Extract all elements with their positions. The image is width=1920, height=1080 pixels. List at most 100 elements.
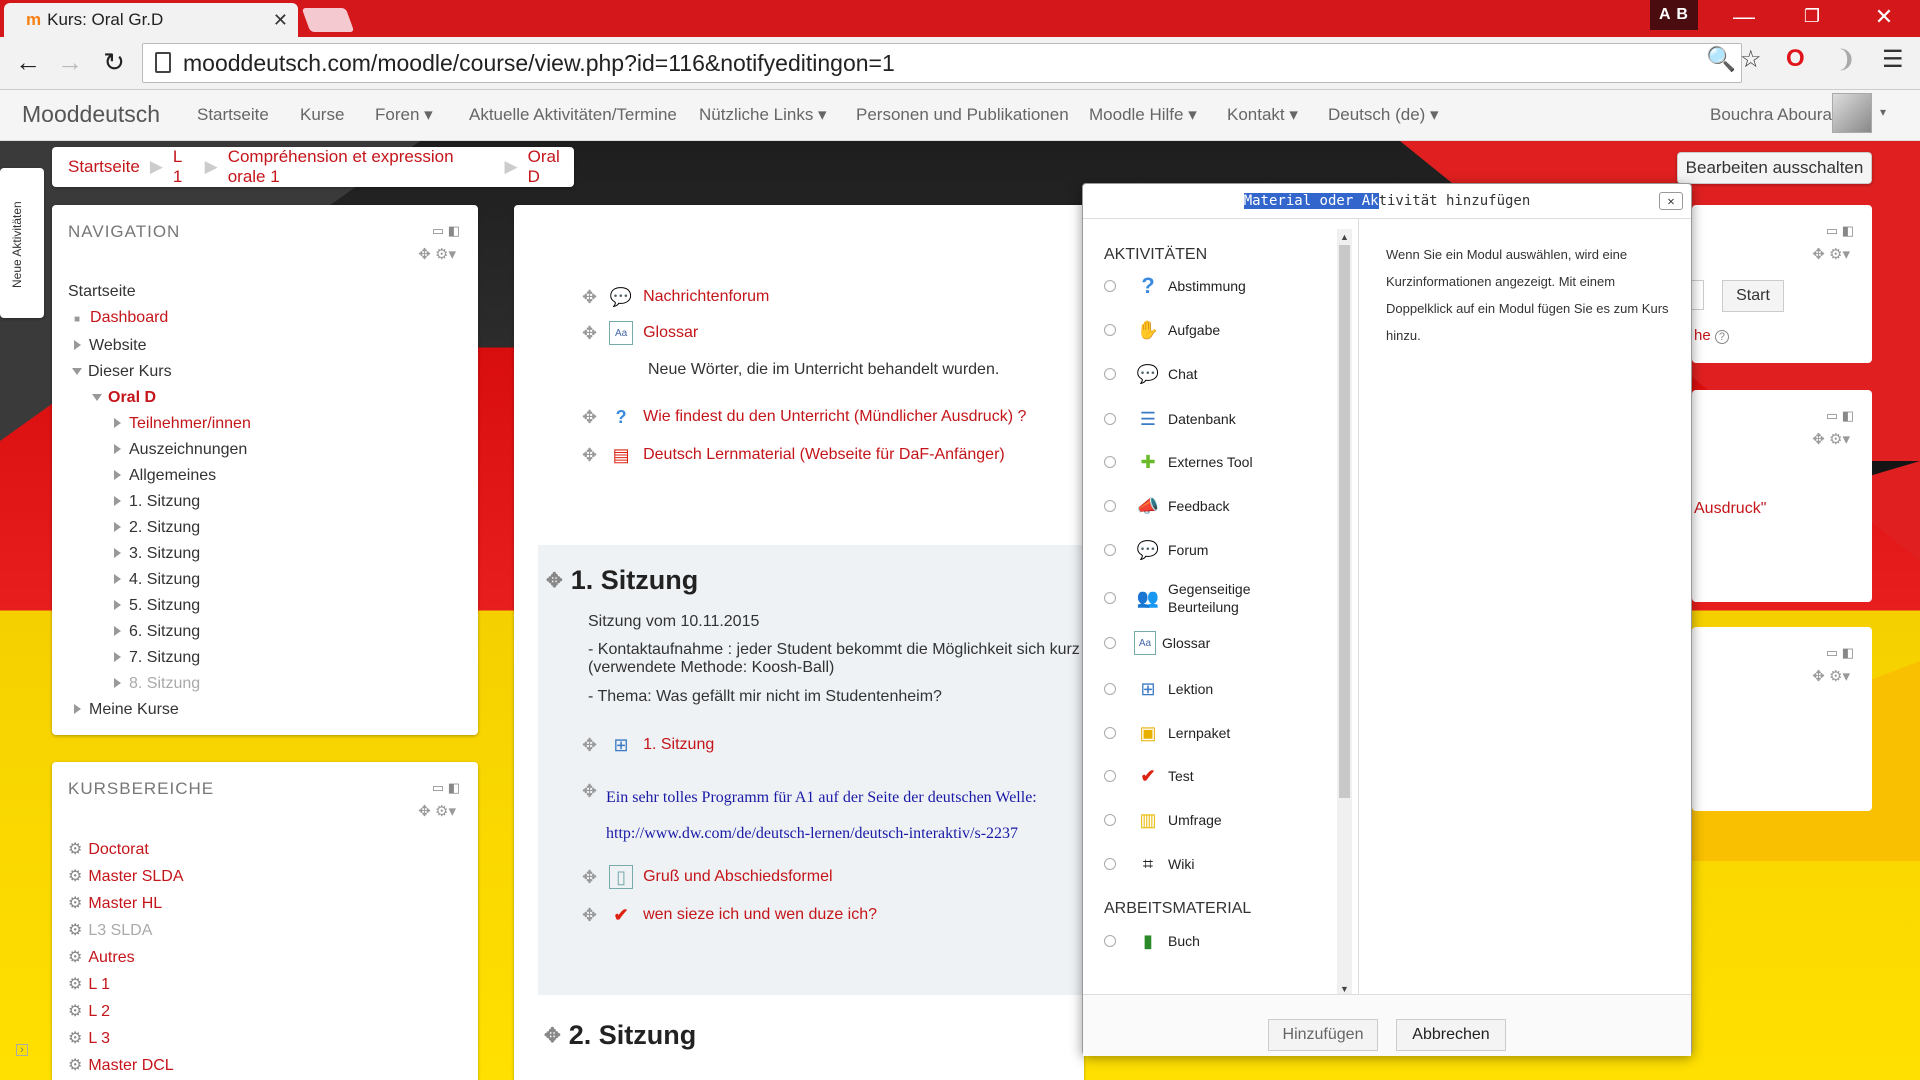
profile-badge[interactable]: A B [1650,0,1698,30]
address-bar[interactable]: mooddeutsch.com/moodle/course/view.php?i… [142,43,1742,83]
category-link[interactable]: L3 SLDA [88,922,152,939]
nav-child[interactable]: 6. Sitzung [129,623,200,640]
start-button[interactable]: Start [1722,280,1784,312]
module-option[interactable]: 👥 Gegenseitige Beurteilung [1104,580,1251,616]
activity-link-glossar[interactable]: Glossar [643,324,698,342]
scroll-thumb[interactable] [1339,245,1350,798]
nav-kontakt[interactable]: Kontakt ▾ [1227,105,1298,125]
radio[interactable] [1104,368,1116,380]
expand-icon[interactable] [114,522,121,532]
move-icon[interactable]: ✥ [582,287,597,308]
module-list-scrollbar[interactable]: ▲ ▼ [1337,229,1352,997]
close-icon[interactable]: ✕ [1659,192,1683,210]
nav-child[interactable]: 2. Sitzung [129,519,200,536]
category-link[interactable]: Master SLDA [88,868,183,885]
nav-child[interactable]: 5. Sitzung [129,597,200,614]
expand-icon[interactable] [114,470,121,480]
expand-icon[interactable] [74,704,81,714]
nav-dashboard[interactable]: Dashboard [90,309,168,326]
nav-moodle-hilfe[interactable]: Moodle Hilfe ▾ [1089,105,1197,125]
nav-foren[interactable]: Foren ▾ [375,105,433,125]
nav-child-hidden[interactable]: 8. Sitzung [129,675,200,692]
expand-icon[interactable] [114,496,121,506]
breadcrumb-startseite[interactable]: Startseite [68,157,140,177]
module-option[interactable]: ☰ Datenbank [1104,405,1236,433]
block-collapse-icon[interactable]: ▭ ◧ [1826,645,1854,661]
activity-link-gruss[interactable]: Gruß und Abschiedsformel [643,868,832,886]
category-link[interactable]: L 3 [88,1030,110,1047]
block-collapse-icon[interactable]: ▭ ◧ [432,780,460,796]
radio[interactable] [1104,727,1116,739]
nav-dieser-kurs[interactable]: Dieser Kurs [88,363,172,380]
expand-icon[interactable] [74,340,81,350]
menu-icon[interactable]: ☰ [1882,45,1904,74]
module-option[interactable]: ▥ Umfrage [1104,806,1222,834]
breadcrumb-course[interactable]: Compréhension et expression orale 1 [228,147,495,187]
close-tab-icon[interactable]: ✕ [273,10,288,31]
move-icon[interactable]: ✥ [546,568,563,593]
block-collapse-icon[interactable]: ▭ ◧ [1826,408,1854,424]
module-option[interactable]: 💬 Forum [1104,536,1208,564]
module-option[interactable]: 💬 Chat [1104,360,1198,388]
module-option[interactable]: ✋ Aufgabe [1104,316,1220,344]
scroll-up-icon[interactable]: ▲ [1340,232,1349,242]
module-option[interactable]: 📣 Feedback [1104,492,1229,520]
activity-link-lesson[interactable]: 1. Sitzung [643,736,714,754]
category-link[interactable]: L 1 [88,976,110,993]
help-icon[interactable]: ? [1714,330,1729,344]
restore-icon[interactable]: ❐ [1792,6,1832,27]
module-option[interactable]: ⌗ Wiki [1104,850,1194,878]
nav-website[interactable]: Website [89,337,147,354]
activity-link-forum[interactable]: Nachrichtenforum [643,288,769,306]
zoom-icon[interactable]: 🔍 [1706,45,1736,74]
block-collapse-icon[interactable]: ▭ ◧ [432,223,460,239]
radio[interactable] [1104,683,1116,695]
radio[interactable] [1104,500,1116,512]
expand-icon[interactable] [114,626,121,636]
expand-icon[interactable] [114,548,121,558]
expand-icon[interactable] [114,418,121,428]
nav-nuetzliche-links[interactable]: Nützliche Links ▾ [699,105,827,125]
new-activities-tab[interactable]: Neue Aktivitäten [0,168,44,318]
nav-language[interactable]: Deutsch (de) ▾ [1328,105,1439,125]
activity-link-quiz[interactable]: wen sieze ich und wen duze ich? [643,906,877,924]
expand-icon[interactable] [114,444,121,454]
add-button[interactable]: Hinzufügen [1268,1019,1378,1051]
nav-child[interactable]: Allgemeines [129,467,216,484]
block-move-gear-icon[interactable]: ✥ ⚙▾ [1812,245,1850,263]
radio[interactable] [1104,592,1116,604]
category-link[interactable]: Autres [88,949,134,966]
module-option[interactable]: ? Abstimmung [1104,272,1246,300]
expand-icon[interactable] [114,652,121,662]
browser-tab[interactable]: m Kurs: Oral Gr.D ✕ [4,3,298,37]
block-move-gear-icon[interactable]: ✥ ⚙▾ [418,245,456,263]
nav-child[interactable]: 7. Sitzung [129,649,200,666]
module-option[interactable]: ✔ Test [1104,762,1194,790]
category-link[interactable]: Master HL [88,895,162,912]
radio[interactable] [1104,858,1116,870]
toggle-editing-button[interactable]: Bearbeiten ausschalten [1677,152,1872,184]
search-input[interactable] [1692,280,1704,310]
opera-extension-icon[interactable]: O [1786,45,1805,73]
dw-link[interactable]: http://www.dw.com/de/deutsch-lernen/deut… [606,825,1018,843]
module-option[interactable]: ▮ Buch [1104,927,1200,955]
back-arrow-icon[interactable]: ← [10,47,46,78]
extension-icon[interactable]: ❩ [1836,45,1856,74]
radio[interactable] [1104,324,1116,336]
move-icon[interactable]: ✥ [582,867,597,888]
radio[interactable] [1104,935,1116,947]
partial-link[interactable]: he [1694,327,1711,344]
block-move-gear-icon[interactable]: ✥ ⚙▾ [418,802,456,820]
block-move-gear-icon[interactable]: ✥ ⚙▾ [1812,667,1850,685]
radio[interactable] [1104,637,1116,649]
forward-arrow-icon[interactable]: → [52,47,88,78]
bookmark-star-icon[interactable]: ☆ [1740,45,1762,74]
move-icon[interactable]: ✥ [582,445,597,466]
module-option[interactable]: ✚ Externes Tool [1104,448,1253,476]
category-link[interactable]: Doctorat [88,841,148,858]
user-name[interactable]: Bouchra Aboura [1710,105,1832,125]
nav-child[interactable]: 3. Sitzung [129,545,200,562]
radio[interactable] [1104,280,1116,292]
block-collapse-icon[interactable]: ▭ ◧ [1826,223,1854,239]
block-move-gear-icon[interactable]: ✥ ⚙▾ [1812,430,1850,448]
